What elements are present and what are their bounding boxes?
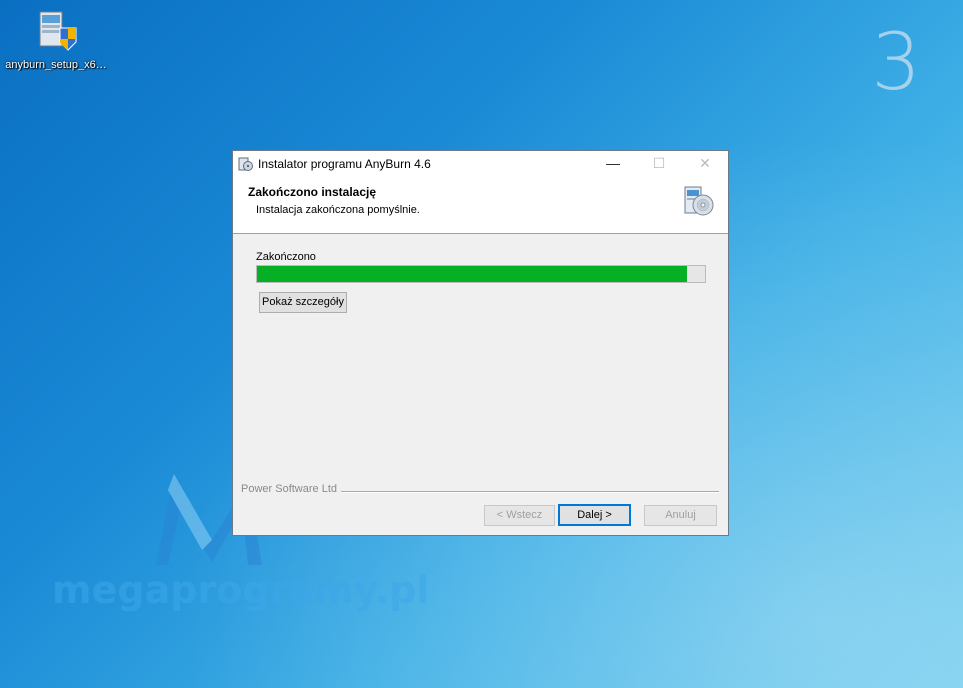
minimize-icon[interactable]: —: [590, 151, 636, 177]
window-title: Instalator programu AnyBurn 4.6: [258, 157, 431, 171]
installer-icon: [237, 156, 253, 172]
progress-bar: [256, 265, 706, 283]
step-number: 3: [871, 18, 921, 108]
installer-window: Instalator programu AnyBurn 4.6 — ☐ ✕ Za…: [232, 150, 729, 536]
footer-divider: [341, 491, 719, 493]
back-button[interactable]: < Wstecz: [484, 505, 555, 526]
show-details-button[interactable]: Pokaż szczegóły: [259, 292, 347, 313]
installer-icon: [30, 6, 82, 56]
title-bar[interactable]: Instalator programu AnyBurn 4.6 — ☐ ✕: [233, 151, 728, 177]
desktop-icon-anyburn-setup[interactable]: anyburn_setup_x6…: [2, 6, 110, 71]
desktop-icon-label: anyburn_setup_x6…: [5, 59, 107, 71]
wizard-header: Zakończono instalację Instalacja zakończ…: [233, 177, 728, 234]
cancel-button[interactable]: Anuluj: [644, 505, 717, 526]
watermark-text: megaprogramy.pl: [52, 568, 430, 612]
progress-fill: [257, 266, 688, 282]
close-icon[interactable]: ✕: [682, 151, 728, 177]
maximize-icon[interactable]: ☐: [636, 151, 682, 177]
status-label: Zakończono: [256, 251, 316, 263]
brand-label: Power Software Ltd: [241, 483, 337, 495]
page-title: Zakończono instalację: [248, 185, 377, 199]
next-button[interactable]: Dalej >: [558, 504, 631, 526]
page-subtitle: Instalacja zakończona pomyślnie.: [256, 204, 420, 216]
cd-box-icon: [680, 183, 716, 219]
